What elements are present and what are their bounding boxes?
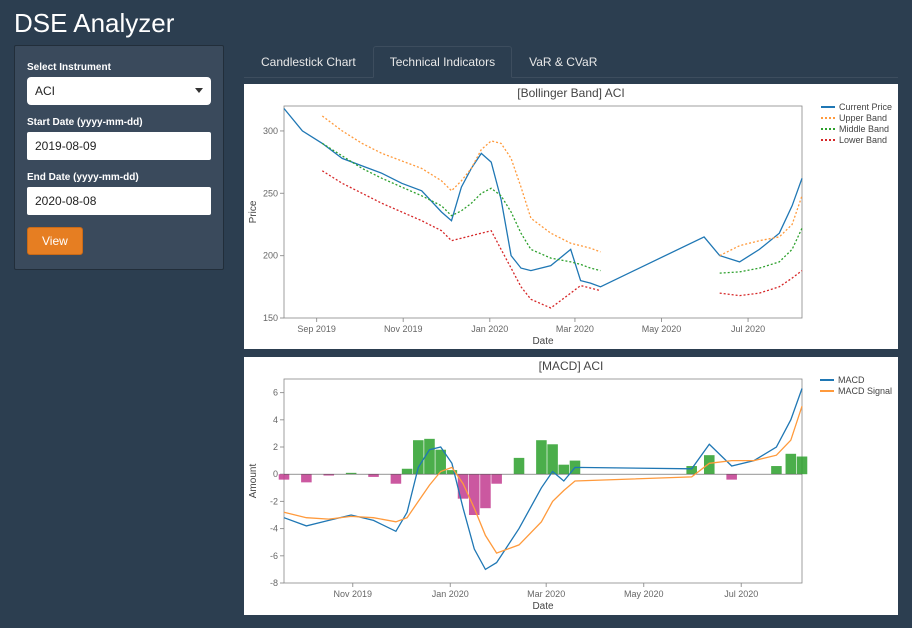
svg-text:Mar 2020: Mar 2020 bbox=[527, 589, 565, 599]
start-date-label: Start Date (yyyy-mm-dd) bbox=[27, 117, 211, 128]
svg-text:Nov 2019: Nov 2019 bbox=[384, 324, 423, 334]
svg-text:-2: -2 bbox=[270, 496, 278, 506]
svg-text:Date: Date bbox=[532, 601, 554, 612]
svg-text:200: 200 bbox=[263, 251, 278, 261]
start-date-input[interactable] bbox=[27, 132, 211, 160]
bollinger-legend: Current PriceUpper BandMiddle BandLower … bbox=[821, 102, 892, 146]
svg-text:2: 2 bbox=[273, 442, 278, 452]
instrument-select[interactable]: ACI bbox=[27, 77, 211, 105]
svg-text:150: 150 bbox=[263, 313, 278, 323]
end-date-label: End Date (yyyy-mm-dd) bbox=[27, 172, 211, 183]
end-date-input[interactable] bbox=[27, 187, 211, 215]
svg-text:300: 300 bbox=[263, 126, 278, 136]
svg-text:Mar 2020: Mar 2020 bbox=[556, 324, 594, 334]
svg-text:Jul 2020: Jul 2020 bbox=[724, 589, 758, 599]
svg-text:Price: Price bbox=[248, 200, 259, 223]
macd-legend: MACDMACD Signal bbox=[820, 375, 892, 397]
svg-text:Jan 2020: Jan 2020 bbox=[471, 324, 508, 334]
chevron-down-icon bbox=[195, 88, 203, 93]
svg-text:May 2020: May 2020 bbox=[642, 324, 682, 334]
svg-text:6: 6 bbox=[273, 388, 278, 398]
sidebar: Select Instrument ACI Start Date (yyyy-m… bbox=[14, 45, 224, 270]
svg-text:250: 250 bbox=[263, 188, 278, 198]
view-button[interactable]: View bbox=[27, 227, 83, 255]
tabs: Candlestick Chart Technical Indicators V… bbox=[244, 45, 898, 78]
bollinger-chart-title: [Bollinger Band] ACI bbox=[244, 84, 898, 100]
svg-text:Date: Date bbox=[532, 336, 554, 347]
bollinger-chart-svg: 150 200 250 300 Sep 2019 Nov 2019 Jan 2020 Mar … bbox=[244, 100, 892, 348]
svg-text:4: 4 bbox=[273, 415, 278, 425]
svg-text:-6: -6 bbox=[270, 551, 278, 561]
svg-text:-8: -8 bbox=[270, 578, 278, 588]
svg-text:Amount: Amount bbox=[248, 464, 259, 499]
bollinger-chart-panel: [Bollinger Band] ACI Current PriceUpper … bbox=[244, 84, 898, 349]
svg-text:Jul 2020: Jul 2020 bbox=[731, 324, 765, 334]
macd-chart-svg: -8 -6 -4 -2 0 2 4 6 Nov 2019 Jan 2020 Mar 2020 May … bbox=[244, 373, 892, 613]
svg-text:May 2020: May 2020 bbox=[624, 589, 664, 599]
macd-chart-panel: [MACD] ACI MACDMACD Signal -8 -6 -4 -2 0 2 4 6 N… bbox=[244, 357, 898, 615]
instrument-label: Select Instrument bbox=[27, 62, 211, 73]
svg-text:Nov 2019: Nov 2019 bbox=[333, 589, 372, 599]
svg-text:Jan 2020: Jan 2020 bbox=[432, 589, 469, 599]
tab-candlestick[interactable]: Candlestick Chart bbox=[244, 46, 373, 78]
app-title: DSE Analyzer bbox=[0, 0, 912, 45]
tab-var-cvar[interactable]: VaR & CVaR bbox=[512, 46, 614, 78]
instrument-value: ACI bbox=[35, 84, 55, 98]
svg-text:Sep 2019: Sep 2019 bbox=[297, 324, 336, 334]
main-content: Candlestick Chart Technical Indicators V… bbox=[244, 45, 898, 623]
tab-technical-indicators[interactable]: Technical Indicators bbox=[373, 46, 512, 78]
svg-text:0: 0 bbox=[273, 469, 278, 479]
svg-text:-4: -4 bbox=[270, 524, 278, 534]
macd-chart-title: [MACD] ACI bbox=[244, 357, 898, 373]
